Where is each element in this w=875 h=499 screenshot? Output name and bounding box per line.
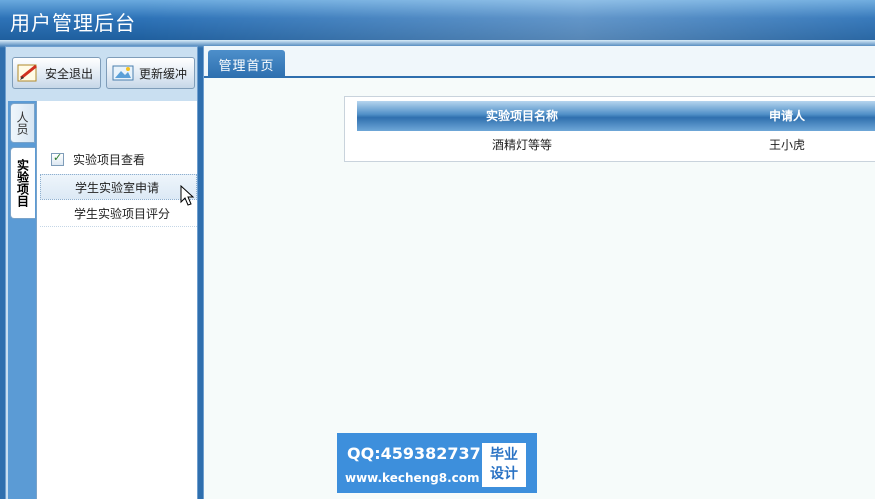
- table-header: 实验项目名称 申请人: [357, 101, 875, 131]
- watermark-badge-line1: 毕业: [490, 447, 518, 463]
- refresh-picture-icon: [111, 63, 135, 83]
- column-header-applicant[interactable]: 申请人: [687, 101, 875, 131]
- watermark-qq: QQ:459382737: [347, 444, 481, 463]
- watermark-badge: 毕业 设计: [482, 443, 526, 487]
- refresh-cache-button[interactable]: 更新缓冲: [106, 57, 195, 89]
- tab-strip: 管理首页: [204, 46, 875, 78]
- cell-applicant: 王小虎: [768, 138, 805, 152]
- watermark-url: www.kecheng8.com: [345, 471, 480, 485]
- checkbox-icon: [51, 151, 64, 166]
- left-panel: 安全退出 更新缓冲 人员 实验项目 实验项目查看 学生实验室申请 学生实验项目评…: [5, 46, 198, 499]
- sidebar-menu: 实验项目查看 学生实验室申请 学生实验项目评分: [36, 101, 197, 499]
- vtab-personnel[interactable]: 人员: [10, 103, 35, 143]
- sidebar-item-lab-application[interactable]: 学生实验室申请: [40, 174, 197, 200]
- vertical-tab-strip: 人员 实验项目: [8, 101, 36, 499]
- refresh-label: 更新缓冲: [139, 66, 188, 81]
- data-table: 实验项目名称 申请人 酒精灯等等 王小虎: [344, 96, 875, 162]
- sidebar-item-project-scoring[interactable]: 学生实验项目评分: [40, 201, 197, 227]
- watermark-banner: QQ:459382737 www.kecheng8.com 毕业 设计: [337, 433, 537, 493]
- column-header-project-name[interactable]: 实验项目名称: [357, 101, 687, 131]
- main-panel: 管理首页 实验项目名称 申请人 酒精灯等等 王小虎: [203, 46, 875, 499]
- watermark-badge-line2: 设计: [490, 466, 518, 482]
- menu-section-title: 实验项目查看: [73, 153, 146, 167]
- header-highlight: [140, 0, 875, 40]
- logout-button[interactable]: 安全退出: [12, 57, 101, 89]
- logout-label: 安全退出: [45, 66, 94, 81]
- menu-section-header[interactable]: 实验项目查看: [51, 151, 145, 168]
- cell-project-name: 酒精灯等等: [491, 138, 552, 152]
- tab-admin-home[interactable]: 管理首页: [208, 50, 285, 78]
- vtab-experiment-projects[interactable]: 实验项目: [10, 147, 35, 219]
- table-row[interactable]: 酒精灯等等 王小虎: [357, 131, 875, 159]
- app-title: 用户管理后台: [10, 11, 136, 35]
- logout-pen-icon: [17, 63, 41, 83]
- mouse-pointer-icon: [180, 185, 195, 206]
- app-header: 用户管理后台: [0, 0, 875, 40]
